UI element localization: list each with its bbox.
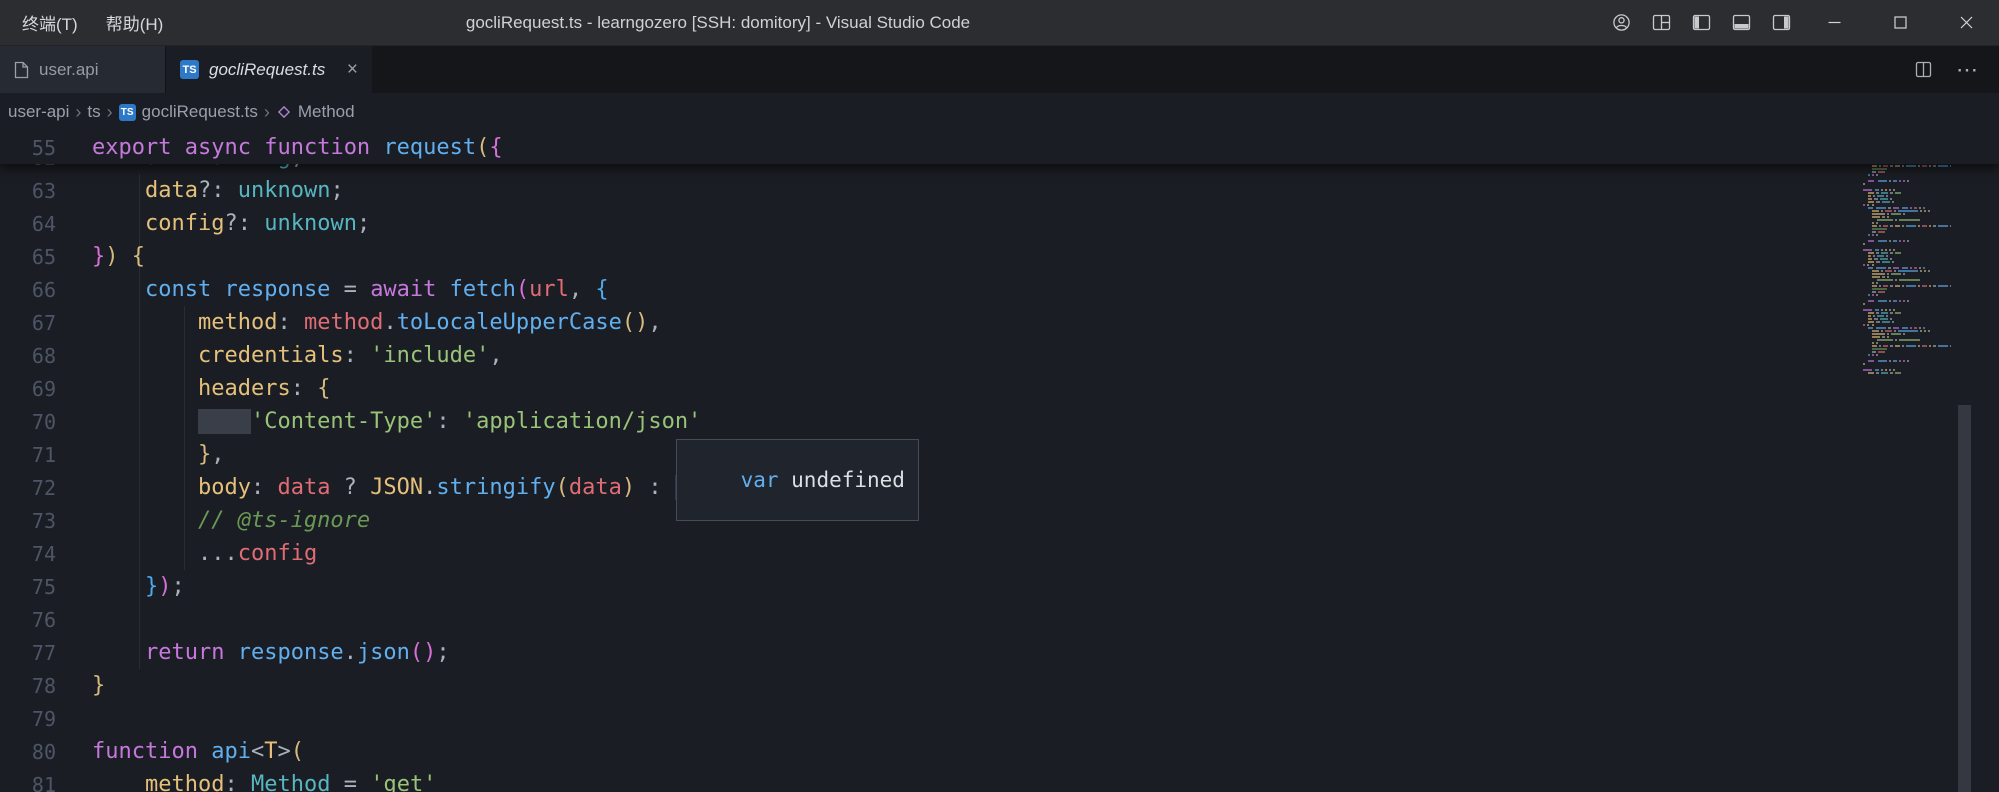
breadcrumb-item-symbol[interactable]: Method bbox=[276, 102, 355, 122]
scrollbar-thumb[interactable] bbox=[1958, 405, 1971, 792]
line-number[interactable]: 74 bbox=[0, 542, 56, 566]
menubar: 终端(T) 帮助(H) bbox=[0, 0, 177, 45]
code-line-68[interactable]: 68 credentials: 'include', bbox=[0, 339, 1999, 372]
code-line-69[interactable]: 69 headers: { bbox=[0, 372, 1999, 405]
method-symbol-icon bbox=[276, 104, 292, 120]
menu-help[interactable]: 帮助(H) bbox=[92, 0, 178, 45]
menu-terminal[interactable]: 终端(T) bbox=[8, 0, 92, 45]
code-line-75[interactable]: 75 }); bbox=[0, 570, 1999, 603]
line-number[interactable]: 73 bbox=[0, 509, 56, 533]
hover-tooltip-text: var undefined bbox=[741, 468, 905, 492]
line-number[interactable]: 67 bbox=[0, 311, 56, 335]
window-title: gocliRequest.ts - learngozero [SSH: domi… bbox=[466, 13, 970, 33]
line-number[interactable]: 69 bbox=[0, 377, 56, 401]
minimap[interactable] bbox=[1863, 135, 1951, 375]
code-text: config?: unknown; bbox=[92, 211, 370, 236]
breadcrumb-item-subfolder[interactable]: ts bbox=[87, 102, 100, 122]
line-number[interactable]: 66 bbox=[0, 278, 56, 302]
hover-tooltip: var undefined bbox=[676, 439, 919, 521]
line-number[interactable]: 71 bbox=[0, 443, 56, 467]
code-line-79[interactable]: 79 bbox=[0, 702, 1999, 735]
code-text: headers: { bbox=[92, 376, 330, 401]
code-line-80[interactable]: 80 function api<T>( bbox=[0, 735, 1999, 768]
toggle-sidebar-right-icon[interactable] bbox=[1761, 0, 1801, 45]
code-text: return response.json(); bbox=[92, 640, 450, 665]
line-number[interactable]: 64 bbox=[0, 212, 56, 236]
more-actions-icon[interactable]: ⋯ bbox=[1949, 52, 1985, 88]
tab-goclirequest[interactable]: TS gocliRequest.ts × bbox=[166, 46, 372, 93]
code-text: }) { bbox=[92, 244, 145, 269]
breadcrumb: user-api › ts › TS gocliRequest.ts › Met… bbox=[0, 93, 1999, 131]
code-text: const response = await fetch(url, { bbox=[92, 277, 609, 302]
sticky-scroll[interactable]: 55 export async function request({ bbox=[0, 131, 1999, 164]
tab-label: gocliRequest.ts bbox=[209, 60, 325, 80]
line-number[interactable]: 76 bbox=[0, 608, 56, 632]
code-text: data?: unknown; bbox=[92, 178, 344, 203]
code-line-64[interactable]: 64 config?: unknown; bbox=[0, 207, 1999, 240]
tab-user-api[interactable]: user.api bbox=[0, 46, 166, 93]
code-line-77[interactable]: 77 return response.json(); bbox=[0, 636, 1999, 669]
typescript-icon: TS bbox=[119, 104, 136, 121]
breadcrumb-item-folder[interactable]: user-api bbox=[8, 102, 69, 122]
line-number[interactable]: 63 bbox=[0, 179, 56, 203]
line-number[interactable]: 79 bbox=[0, 707, 56, 731]
close-tab-icon[interactable]: × bbox=[347, 60, 358, 79]
code-line-74[interactable]: 74 ...config bbox=[0, 537, 1999, 570]
breadcrumb-item-file[interactable]: TS gocliRequest.ts bbox=[119, 102, 258, 122]
code-line-65[interactable]: 65 }) { bbox=[0, 240, 1999, 273]
close-window-button[interactable] bbox=[1933, 0, 1999, 45]
chevron-right-icon: › bbox=[75, 102, 81, 123]
editor[interactable]: 62 url: string;63 data?: unknown;64 conf… bbox=[0, 131, 1999, 792]
toggle-sidebar-left-icon[interactable] bbox=[1681, 0, 1721, 45]
account-icon[interactable] bbox=[1601, 0, 1641, 45]
line-number[interactable]: 77 bbox=[0, 641, 56, 665]
file-icon bbox=[14, 61, 29, 79]
chevron-right-icon: › bbox=[107, 102, 113, 123]
maximize-button[interactable] bbox=[1867, 0, 1933, 45]
tab-bar: user.api TS gocliRequest.ts × ⋯ bbox=[0, 46, 1999, 93]
code-text: function api<T>( bbox=[92, 739, 304, 764]
customize-layout-icon[interactable] bbox=[1641, 0, 1681, 45]
code-line-78[interactable]: 78} bbox=[0, 669, 1999, 702]
code-text: ...config bbox=[92, 541, 317, 566]
toggle-panel-icon[interactable] bbox=[1721, 0, 1761, 45]
minimize-button[interactable] bbox=[1801, 0, 1867, 45]
code-text: }); bbox=[92, 574, 185, 599]
code-text: } bbox=[92, 673, 105, 698]
line-number[interactable]: 80 bbox=[0, 740, 56, 764]
split-editor-icon[interactable] bbox=[1905, 52, 1941, 88]
chevron-right-icon: › bbox=[264, 102, 270, 123]
line-number: 55 bbox=[0, 136, 56, 160]
line-number[interactable]: 65 bbox=[0, 245, 56, 269]
code-text: method: Method = 'get' bbox=[92, 772, 436, 792]
code-line-76[interactable]: 76 bbox=[0, 603, 1999, 636]
code-line-63[interactable]: 63 data?: unknown; bbox=[0, 174, 1999, 207]
typescript-icon: TS bbox=[180, 60, 199, 79]
code-line-66[interactable]: 66 const response = await fetch(url, { bbox=[0, 273, 1999, 306]
code-text: method: method.toLocaleUpperCase(), bbox=[92, 310, 662, 335]
code-text: credentials: 'include', bbox=[92, 343, 503, 368]
line-number[interactable]: 72 bbox=[0, 476, 56, 500]
sticky-scroll-line[interactable]: 55 export async function request({ bbox=[0, 131, 1999, 164]
titlebar: 终端(T) 帮助(H) gocliRequest.ts - learngozer… bbox=[0, 0, 1999, 46]
line-number[interactable]: 70 bbox=[0, 410, 56, 434]
code-line-70[interactable]: 70 'Content-Type': 'application/json' bbox=[0, 405, 1999, 438]
code-text: }, bbox=[92, 442, 224, 467]
line-number[interactable]: 78 bbox=[0, 674, 56, 698]
code-line-73[interactable]: 73 // @ts-ignore bbox=[0, 504, 1999, 537]
code-lines: 62 url: string;63 data?: unknown;64 conf… bbox=[0, 141, 1999, 792]
line-number[interactable]: 81 bbox=[0, 773, 56, 792]
line-number[interactable]: 75 bbox=[0, 575, 56, 599]
code-line-71[interactable]: 71 }, bbox=[0, 438, 1999, 471]
code-text: 'Content-Type': 'application/json' bbox=[92, 409, 701, 434]
tab-label: user.api bbox=[39, 60, 99, 80]
code-line-81[interactable]: 81 method: Method = 'get' bbox=[0, 768, 1999, 792]
code-line-72[interactable]: 72 body: data ? JSON.stringify(data) : u… bbox=[0, 471, 1999, 504]
code-line-67[interactable]: 67 method: method.toLocaleUpperCase(), bbox=[0, 306, 1999, 339]
line-number[interactable]: 68 bbox=[0, 344, 56, 368]
code-text: export async function request({ bbox=[92, 135, 503, 160]
code-text: // @ts-ignore bbox=[92, 508, 370, 533]
